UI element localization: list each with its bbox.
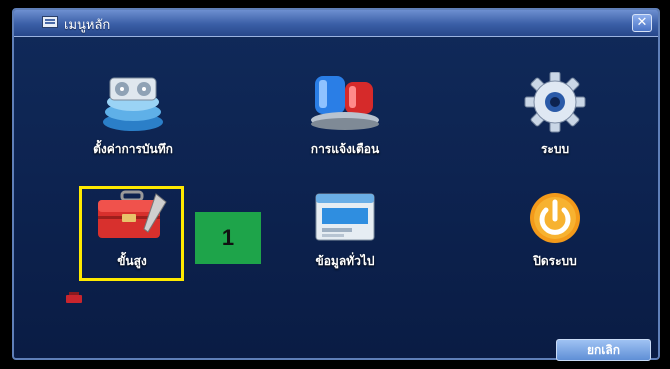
record-indicator-icon <box>66 292 82 303</box>
menu-item-system[interactable]: ระบบ <box>480 72 630 159</box>
highlight-box <box>79 186 184 281</box>
menu-window-icon <box>42 16 58 28</box>
menu-item-label: ระบบ <box>540 142 570 156</box>
main-menu-window: เมนูหลัก ✕ <box>12 8 660 360</box>
info-window-icon <box>315 193 375 241</box>
window-title: เมนูหลัก <box>64 18 111 33</box>
close-button[interactable]: ✕ <box>632 14 652 32</box>
menu-item-label: ตั้งค่าการบันทึก <box>93 142 173 156</box>
menu-item-label: ปิดระบบ <box>533 254 577 268</box>
title-bar: เมนูหลัก ✕ <box>14 10 658 37</box>
step-number-badge: 1 <box>195 212 261 264</box>
menu-item-info[interactable]: ข้อมูลทั่วไป <box>270 190 420 271</box>
alarm-siren-icon <box>311 76 379 130</box>
menu-item-label: ข้อมูลทั่วไป <box>315 254 375 268</box>
cancel-button[interactable]: ยกเลิก <box>556 339 651 361</box>
menu-item-label: การแจ้งเตือน <box>310 142 380 156</box>
gear-icon <box>524 72 586 133</box>
menu-item-alarm[interactable]: การแจ้งเตือน <box>270 72 420 159</box>
menu-item-shutdown[interactable]: ปิดระบบ <box>480 190 630 271</box>
power-icon <box>530 193 580 243</box>
menu-item-record-settings[interactable]: ตั้งค่าการบันทึก <box>58 72 208 159</box>
film-reel-icon <box>103 77 163 131</box>
